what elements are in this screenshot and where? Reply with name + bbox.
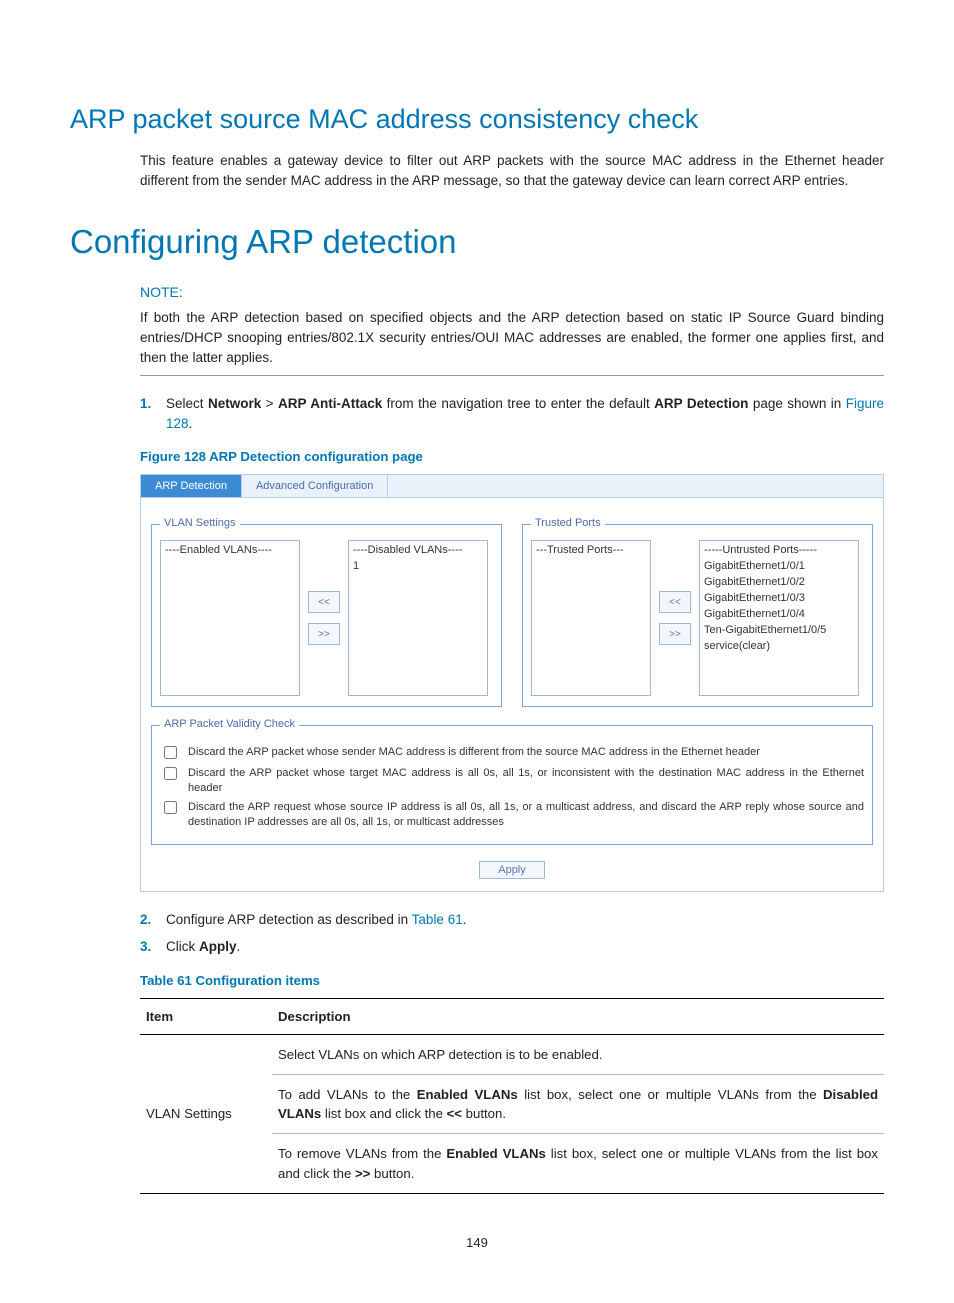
paragraph-arp-mac-check: This feature enables a gateway device to… [140,151,884,190]
trusted-ports-listbox[interactable]: ---Trusted Ports--- [531,540,651,696]
step-number: 1. [140,394,166,433]
list-item[interactable]: GigabitEthernet1/0/3 [704,591,854,607]
list-item[interactable]: service(clear) [704,639,854,655]
text: list box and click the [321,1106,446,1121]
table-cell-desc: To remove VLANs from the Enabled VLANs l… [272,1134,884,1193]
check-source-ip[interactable] [164,801,177,814]
table-header-description: Description [272,998,884,1034]
untrusted-ports-listbox[interactable]: -----Untrusted Ports----- GigabitEtherne… [699,540,859,696]
bold: Network [208,396,261,411]
apply-button[interactable]: Apply [479,861,545,879]
move-right-button[interactable]: >> [659,623,691,645]
text: To add VLANs to the [278,1087,417,1102]
tab-advanced-config[interactable]: Advanced Configuration [242,475,388,497]
note-label: NOTE: [140,282,884,302]
table-header-item: Item [140,998,272,1034]
listbox-header: ----Enabled VLANs---- [165,543,295,559]
table-cell-item: VLAN Settings [140,1035,272,1194]
listbox-header: ----Disabled VLANs---- [353,543,483,559]
text: Select [166,396,208,411]
check-label: Discard the ARP packet whose sender MAC … [188,745,760,760]
arp-validity-legend: ARP Packet Validity Check [160,717,299,733]
text: Configure ARP detection as described in [166,912,412,927]
text: button. [462,1106,506,1121]
check-label: Discard the ARP packet whose target MAC … [188,766,864,796]
list-item[interactable]: GigabitEthernet1/0/2 [704,575,854,591]
bold: Enabled VLANs [446,1146,545,1161]
text: page shown in [748,396,845,411]
move-left-button[interactable]: << [659,591,691,613]
note-body: If both the ARP detection based on speci… [140,308,884,367]
config-table: Item Description VLAN Settings Select VL… [140,998,884,1194]
text: . [463,912,467,927]
figure-caption: Figure 128 ARP Detection configuration p… [140,447,884,466]
step-number: 3. [140,937,166,957]
text: Click [166,939,199,954]
note-box: NOTE: If both the ARP detection based on… [140,282,884,376]
list-item[interactable]: 1 [353,559,483,575]
list-item[interactable]: Ten-GigabitEthernet1/0/5 [704,623,854,639]
bold: >> [355,1166,370,1181]
move-right-button[interactable]: >> [308,623,340,645]
tab-arp-detection[interactable]: ARP Detection [141,475,242,497]
text: . [189,416,193,431]
bold: Apply [199,939,237,954]
trusted-ports-legend: Trusted Ports [531,516,605,532]
check-label: Discard the ARP request whose source IP … [188,800,864,830]
page-number: 149 [70,1234,884,1253]
disabled-vlans-listbox[interactable]: ----Disabled VLANs---- 1 [348,540,488,696]
move-left-button[interactable]: << [308,591,340,613]
listbox-header: -----Untrusted Ports----- [704,543,854,559]
vlan-settings-fieldset: VLAN Settings ----Enabled VLANs---- << >… [151,516,502,707]
link-table61[interactable]: Table 61 [412,912,463,927]
text: To remove VLANs from the [278,1146,446,1161]
bold: Enabled VLANs [417,1087,518,1102]
trusted-ports-fieldset: Trusted Ports ---Trusted Ports--- << >> … [522,516,873,707]
text: list box, select one or multiple VLANs f… [518,1087,823,1102]
vlan-settings-legend: VLAN Settings [160,516,240,532]
list-item[interactable]: GigabitEthernet1/0/1 [704,559,854,575]
step-text: Configure ARP detection as described in … [166,910,884,930]
check-sender-mac[interactable] [164,746,177,759]
heading-arp-mac-check: ARP packet source MAC address consistenc… [70,100,884,139]
listbox-header: ---Trusted Ports--- [536,543,646,559]
tab-bar: ARP Detection Advanced Configuration [141,475,883,498]
heading-configuring-arp: Configuring ARP detection [70,218,884,266]
check-target-mac[interactable] [164,767,177,780]
step-text: Click Apply. [166,937,884,957]
table-caption: Table 61 Configuration items [140,971,884,990]
bold: ARP Anti-Attack [278,396,382,411]
bold: ARP Detection [654,396,748,411]
table-cell-desc: To add VLANs to the Enabled VLANs list b… [272,1075,884,1134]
table-cell-desc: Select VLANs on which ARP detection is t… [272,1035,884,1075]
text: . [237,939,241,954]
list-item[interactable]: GigabitEthernet1/0/4 [704,607,854,623]
text: button. [370,1166,414,1181]
step-number: 2. [140,910,166,930]
arp-detection-screenshot: ARP Detection Advanced Configuration VLA… [140,474,884,891]
arp-validity-fieldset: ARP Packet Validity Check Discard the AR… [151,717,873,844]
step-text: Select Network > ARP Anti-Attack from th… [166,394,884,433]
bold: << [447,1106,462,1121]
text: > [261,396,278,411]
text: from the navigation tree to enter the de… [382,396,654,411]
enabled-vlans-listbox[interactable]: ----Enabled VLANs---- [160,540,300,696]
